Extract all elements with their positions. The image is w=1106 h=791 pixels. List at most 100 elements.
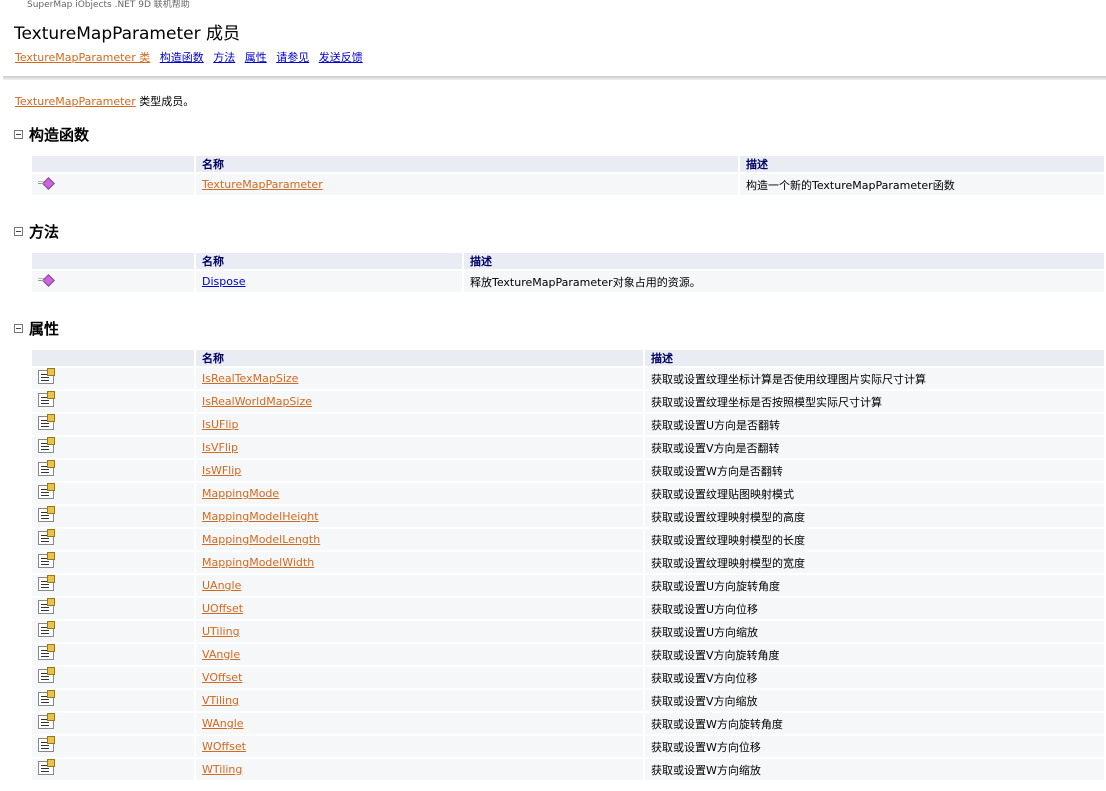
section-constructors[interactable]: 构造函数 bbox=[14, 124, 89, 145]
table-row: IsVFlip 获取或设置V方向是否翻转 bbox=[32, 435, 1106, 459]
member-description: 获取或设置W方向是否翻转 bbox=[644, 458, 1106, 482]
member-link[interactable]: MappingModelLength bbox=[202, 533, 320, 546]
method-icon bbox=[38, 275, 52, 285]
icon-cell bbox=[32, 688, 196, 712]
icon-cell bbox=[32, 504, 196, 528]
section-properties[interactable]: 属性 bbox=[14, 318, 59, 339]
table-row: IsRealTexMapSize 获取或设置纹理坐标计算是否使用纹理图片实际尺寸计… bbox=[32, 366, 1106, 390]
member-description: 获取或设置纹理映射模型的宽度 bbox=[644, 550, 1106, 574]
table-row: VOffset 获取或设置V方向位移 bbox=[32, 665, 1106, 689]
section-methods[interactable]: 方法 bbox=[14, 221, 59, 242]
icon-cell bbox=[32, 573, 196, 597]
member-link[interactable]: UTiling bbox=[202, 625, 240, 638]
table-row: WTiling 获取或设置W方向缩放 bbox=[32, 757, 1106, 780]
property-icon bbox=[38, 667, 55, 683]
collapse-icon[interactable] bbox=[14, 130, 23, 139]
member-link[interactable]: MappingModelWidth bbox=[202, 556, 314, 569]
property-icon bbox=[38, 552, 55, 568]
property-icon bbox=[38, 483, 55, 499]
collapse-icon[interactable] bbox=[14, 324, 23, 333]
name-column-header: 名称 bbox=[195, 253, 464, 270]
member-link[interactable]: MappingModelHeight bbox=[202, 510, 319, 523]
name-cell: UTiling bbox=[195, 619, 645, 643]
header-separator bbox=[3, 76, 1106, 80]
intro-type-link[interactable]: TextureMapParameter bbox=[15, 95, 136, 108]
member-link[interactable]: IsRealWorldMapSize bbox=[202, 395, 312, 408]
member-link[interactable]: TextureMapParameter bbox=[202, 178, 323, 191]
collapse-icon[interactable] bbox=[14, 227, 23, 236]
member-link[interactable]: IsWFlip bbox=[202, 464, 241, 477]
link-methods[interactable]: 方法 bbox=[213, 51, 235, 64]
member-description: 获取或设置U方向位移 bbox=[644, 596, 1106, 620]
icon-cell bbox=[32, 366, 196, 390]
desc-column-header: 描述 bbox=[463, 253, 1106, 270]
desc-column-header: 描述 bbox=[739, 156, 1106, 173]
page-title: TextureMapParameter 成员 bbox=[14, 24, 240, 44]
member-link[interactable]: VOffset bbox=[202, 671, 242, 684]
property-icon bbox=[38, 414, 55, 430]
member-link[interactable]: IsRealTexMapSize bbox=[202, 372, 298, 385]
table-row: Dispose 释放TextureMapParameter对象占用的资源。 bbox=[32, 269, 1106, 292]
table-row: WAngle 获取或设置W方向旋转角度 bbox=[32, 711, 1106, 735]
table-row: IsRealWorldMapSize 获取或设置纹理坐标是否按照模型实际尺寸计算 bbox=[32, 389, 1106, 413]
page-header: SuperMap iObjects .NET 9D 联机帮助 TextureMa… bbox=[0, 0, 1106, 80]
property-icon bbox=[38, 391, 55, 407]
link-feedback[interactable]: 发送反馈 bbox=[319, 51, 363, 64]
icon-cell bbox=[32, 412, 196, 436]
property-icon bbox=[38, 460, 55, 476]
member-description: 释放TextureMapParameter对象占用的资源。 bbox=[463, 269, 1106, 292]
member-link[interactable]: UAngle bbox=[202, 579, 241, 592]
property-icon bbox=[38, 437, 55, 453]
icon-cell bbox=[32, 596, 196, 620]
table-row: UOffset 获取或设置U方向位移 bbox=[32, 596, 1106, 620]
member-description: 获取或设置纹理贴图映射模式 bbox=[644, 481, 1106, 505]
properties-table: 名称 描述 IsRealTexMapSize 获取或设置纹理坐标计算是否使用纹理图… bbox=[32, 350, 1106, 780]
table-row: TextureMapParameter 构造一个新的TextureMapPara… bbox=[32, 172, 1106, 195]
icon-column-header bbox=[32, 350, 196, 367]
icon-column-header bbox=[32, 156, 196, 173]
icon-cell bbox=[32, 481, 196, 505]
section-title: 属性 bbox=[29, 320, 60, 338]
member-link[interactable]: IsUFlip bbox=[202, 418, 238, 431]
property-icon bbox=[38, 736, 55, 752]
name-cell: MappingMode bbox=[195, 481, 645, 505]
icon-cell bbox=[32, 734, 196, 758]
link-class[interactable]: TextureMapParameter 类 bbox=[15, 51, 150, 64]
name-cell: IsRealWorldMapSize bbox=[195, 389, 645, 413]
member-link[interactable]: VTiling bbox=[202, 694, 239, 707]
table-row: UAngle 获取或设置U方向旋转角度 bbox=[32, 573, 1106, 597]
property-icon bbox=[38, 690, 55, 706]
table-row: MappingModelHeight 获取或设置纹理映射模型的高度 bbox=[32, 504, 1106, 528]
member-link[interactable]: VAngle bbox=[202, 648, 240, 661]
table-row: UTiling 获取或设置U方向缩放 bbox=[32, 619, 1106, 643]
member-link[interactable]: Dispose bbox=[202, 275, 245, 288]
member-link[interactable]: WAngle bbox=[202, 717, 244, 730]
property-icon bbox=[38, 598, 55, 614]
intro-line: TextureMapParameter 类型成员。 bbox=[15, 93, 194, 109]
name-cell: MappingModelWidth bbox=[195, 550, 645, 574]
icon-cell bbox=[32, 757, 196, 780]
name-cell: IsWFlip bbox=[195, 458, 645, 482]
icon-cell bbox=[32, 550, 196, 574]
link-properties[interactable]: 属性 bbox=[245, 51, 267, 64]
top-links: TextureMapParameter 类 构造函数 方法 属性 请参见 发送反… bbox=[15, 49, 369, 65]
intro-text: 类型成员。 bbox=[135, 95, 195, 108]
name-cell: TextureMapParameter bbox=[195, 172, 740, 195]
member-link[interactable]: IsVFlip bbox=[202, 441, 238, 454]
property-icon bbox=[38, 368, 55, 384]
member-description: 获取或设置纹理坐标是否按照模型实际尺寸计算 bbox=[644, 389, 1106, 413]
member-link[interactable]: UOffset bbox=[202, 602, 243, 615]
icon-cell bbox=[32, 389, 196, 413]
member-description: 获取或设置U方向缩放 bbox=[644, 619, 1106, 643]
table-row: VAngle 获取或设置V方向旋转角度 bbox=[32, 642, 1106, 666]
icon-cell bbox=[32, 527, 196, 551]
link-see-also[interactable]: 请参见 bbox=[276, 51, 309, 64]
member-link[interactable]: WTiling bbox=[202, 763, 242, 776]
member-description: 获取或设置纹理映射模型的长度 bbox=[644, 527, 1106, 551]
member-link[interactable]: MappingMode bbox=[202, 487, 279, 500]
member-link[interactable]: WOffset bbox=[202, 740, 246, 753]
link-constructors[interactable]: 构造函数 bbox=[160, 51, 204, 64]
name-cell: MappingModelLength bbox=[195, 527, 645, 551]
name-cell: IsVFlip bbox=[195, 435, 645, 459]
name-cell: VAngle bbox=[195, 642, 645, 666]
